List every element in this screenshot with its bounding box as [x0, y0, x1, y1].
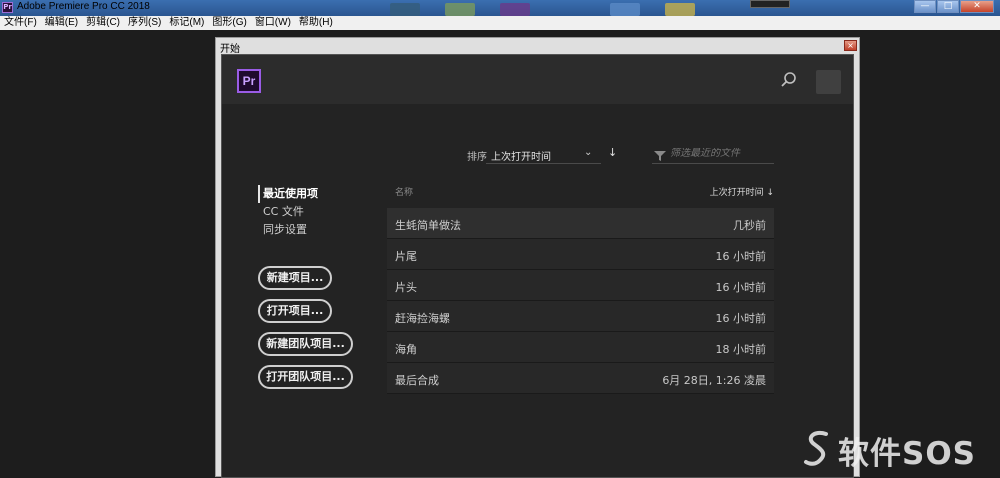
- file-name: 赶海捡海螺: [395, 312, 450, 325]
- sort-underline: [486, 163, 601, 164]
- menu-graphics[interactable]: 图形(G): [208, 16, 250, 30]
- nav-item-sync-settings[interactable]: 同步设置: [258, 221, 318, 239]
- start-header: Pr: [222, 55, 853, 104]
- premiere-logo: Pr: [237, 69, 261, 93]
- menu-bar: 文件(F) 编辑(E) 剪辑(C) 序列(S) 标记(M) 图形(G) 窗口(W…: [0, 16, 1000, 30]
- list-item[interactable]: 最后合成 6月 28日, 1:26 凌晨: [387, 363, 774, 394]
- file-name: 最后合成: [395, 374, 439, 387]
- nav-item-cc-files[interactable]: CC 文件: [258, 203, 318, 221]
- filter-funnel-icon: [654, 147, 666, 161]
- premiere-icon: Pr: [2, 2, 13, 13]
- list-item[interactable]: 片尾 16 小时前: [387, 239, 774, 270]
- window-controls: — □ ✕: [913, 0, 994, 13]
- tray-indicator: [750, 0, 790, 8]
- start-dialog: 开始 × Pr 排序 上次打开时间 ⌄ ↓ 最近使用项 CC 文件 同步设置 新…: [215, 37, 860, 478]
- new-project-button[interactable]: 新建项目...: [258, 266, 332, 290]
- menu-clip[interactable]: 剪辑(C): [82, 16, 124, 30]
- menu-help[interactable]: 帮助(H): [295, 16, 337, 30]
- dialog-close-button[interactable]: ×: [844, 40, 857, 51]
- left-nav: 最近使用项 CC 文件 同步设置: [258, 185, 318, 239]
- menu-sequence[interactable]: 序列(S): [124, 16, 165, 30]
- sort-dropdown[interactable]: 上次打开时间: [491, 148, 551, 163]
- start-panel: Pr 排序 上次打开时间 ⌄ ↓ 最近使用项 CC 文件 同步设置 新建项目..…: [221, 54, 854, 478]
- list-item[interactable]: 片头 16 小时前: [387, 270, 774, 301]
- menu-markers[interactable]: 标记(M): [165, 16, 208, 30]
- sort-direction-icon[interactable]: ↓: [608, 146, 617, 159]
- file-time: 16 小时前: [715, 281, 767, 294]
- sort-label: 排序: [467, 152, 487, 163]
- user-avatar[interactable]: [816, 70, 841, 94]
- file-name: 生蚝简单做法: [395, 219, 461, 232]
- file-name: 海角: [395, 343, 417, 356]
- taskbar-thumbnails: [390, 0, 710, 16]
- file-name: 片头: [395, 281, 417, 294]
- menu-file[interactable]: 文件(F): [0, 16, 41, 30]
- list-item[interactable]: 海角 18 小时前: [387, 332, 774, 363]
- watermark-text: 软件SOS: [838, 436, 977, 472]
- column-last-opened-header[interactable]: 上次打开时间 ↓: [710, 185, 774, 198]
- file-time: 6月 28日, 1:26 凌晨: [662, 374, 766, 387]
- filter-underline: [652, 163, 774, 164]
- action-buttons: 新建项目... 打开项目... 新建团队项目... 打开团队项目...: [258, 266, 353, 398]
- file-time: 16 小时前: [715, 250, 767, 263]
- chevron-down-icon[interactable]: ⌄: [584, 147, 592, 158]
- list-item[interactable]: 赶海捡海螺 16 小时前: [387, 301, 774, 332]
- file-time: 18 小时前: [715, 343, 767, 356]
- search-icon[interactable]: [780, 71, 798, 89]
- open-project-button[interactable]: 打开项目...: [258, 299, 332, 323]
- list-item[interactable]: 生蚝简单做法 几秒前: [387, 208, 774, 239]
- window-titlebar: Pr Adobe Premiere Pro CC 2018 — □ ✕: [0, 0, 1000, 16]
- file-time: 几秒前: [733, 219, 766, 232]
- nav-item-recent[interactable]: 最近使用项: [258, 185, 318, 203]
- dialog-title: 开始: [220, 44, 240, 55]
- minimize-button[interactable]: —: [914, 0, 936, 13]
- file-name: 片尾: [395, 250, 417, 263]
- open-team-project-button[interactable]: 打开团队项目...: [258, 365, 353, 389]
- filter-input[interactable]: [670, 148, 774, 159]
- maximize-button[interactable]: □: [937, 0, 959, 13]
- list-header: 名称 上次打开时间 ↓: [387, 185, 774, 201]
- menu-edit[interactable]: 编辑(E): [41, 16, 82, 30]
- window-title: Adobe Premiere Pro CC 2018: [17, 1, 150, 12]
- menu-window[interactable]: 窗口(W): [251, 16, 295, 30]
- new-team-project-button[interactable]: 新建团队项目...: [258, 332, 353, 356]
- recent-files-list: 生蚝简单做法 几秒前 片尾 16 小时前 片头 16 小时前 赶海捡海螺 16 …: [387, 208, 774, 394]
- file-time: 16 小时前: [715, 312, 767, 325]
- column-name-header[interactable]: 名称: [395, 185, 413, 198]
- close-window-button[interactable]: ✕: [960, 0, 994, 13]
